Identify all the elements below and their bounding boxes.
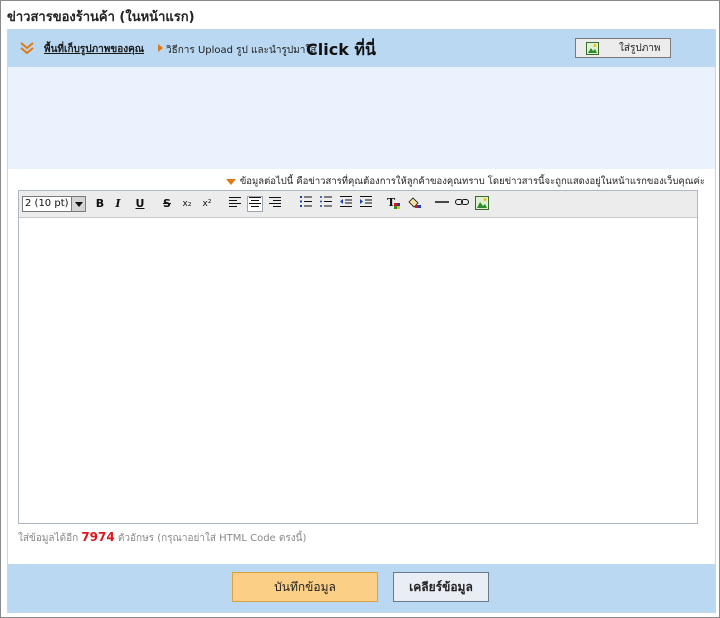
align-left-button[interactable] [227,196,243,212]
indent-button[interactable] [358,196,374,212]
clear-button[interactable]: เคลียร์ข้อมูล [393,572,489,602]
horizontal-rule-button[interactable] [434,196,450,212]
image-storage-link[interactable]: พื้นที่เก็บรูปภาพของคุณ [44,42,144,57]
image-icon [475,196,489,210]
text-color-button[interactable]: T [386,196,402,212]
insert-image-button[interactable]: ใส่รูปภาพ [575,38,671,58]
horizontal-rule-icon [435,201,449,203]
align-left-icon [229,197,241,207]
image-icon [586,41,599,55]
indent-icon [360,196,372,207]
font-size-select[interactable]: 2 (10 pt) [22,196,86,212]
link-icon [455,199,469,205]
align-right-button[interactable] [267,196,283,212]
outdent-icon [340,196,352,207]
arrow-right-icon [158,44,163,52]
editor-text-area[interactable] [19,218,697,523]
ordered-list-button[interactable] [298,196,314,212]
unordered-list-button[interactable] [318,196,334,212]
save-button[interactable]: บันทึกข้อมูล [232,572,378,602]
align-center-icon [249,197,261,207]
insert-link-button[interactable] [454,196,470,212]
image-preview-area [8,67,715,169]
insert-image-label: ใส่รูปภาพ [619,42,661,54]
align-center-button[interactable] [247,196,263,212]
char-counter: ใส่ข้อมูลได้อีก 7974 ตัวอักษร (กรุณาอย่า… [18,530,306,546]
triangle-down-icon [225,178,236,185]
info-note: ข้อมูลต่อไปนี้ คือข่าวสารที่คุณต้องการให… [225,174,705,189]
char-counter-suffix: ตัวอักษร (กรุณาอย่าใส่ HTML Code ตรงนี้) [117,533,307,544]
align-right-icon [269,197,281,207]
info-note-text: ข้อมูลต่อไปนี้ คือข่าวสารที่คุณต้องการให… [239,176,705,187]
upload-howto-text: วิธีการ Upload รูป และนำรูปมาใส่ [166,45,317,56]
upload-bar: พื้นที่เก็บรูปภาพของคุณ วิธีการ Upload ร… [8,30,715,67]
subscript-button[interactable]: x₂ [179,196,195,212]
dropdown-arrow-icon[interactable] [71,197,85,211]
double-chevron-down-icon[interactable] [20,42,34,54]
ordered-list-icon [300,196,312,207]
insert-image-tool-button[interactable] [474,196,490,212]
window-frame: ข่าวสารของร้านค้า (ในหน้าแรก) พื้นที่เก็… [0,0,720,618]
bullet-list-icon [320,196,332,207]
underline-button[interactable]: U [132,196,148,212]
action-footer: บันทึกข้อมูล เคลียร์ข้อมูล [8,564,715,612]
char-counter-prefix: ใส่ข้อมูลได้อีก [18,533,79,544]
superscript-button[interactable]: x² [199,196,215,212]
font-size-value: 2 (10 pt) [25,198,69,209]
text-color-icon: T [387,196,400,209]
char-counter-value: 7974 [81,530,115,544]
content-panel: พื้นที่เก็บรูปภาพของคุณ วิธีการ Upload ร… [7,29,716,613]
click-here-link[interactable]: Click ที่นี่ [306,38,376,63]
rich-text-editor: 2 (10 pt) B I U S x₂ x² T [18,190,698,524]
italic-button[interactable]: I [110,196,126,212]
page-title: ข่าวสารของร้านค้า (ในหน้าแรก) [7,10,195,25]
background-color-button[interactable] [406,196,422,212]
editor-toolbar: 2 (10 pt) B I U S x₂ x² T [19,191,697,218]
outdent-button[interactable] [338,196,354,212]
bold-button[interactable]: B [92,196,108,212]
strikethrough-button[interactable]: S [159,196,175,212]
paint-bucket-icon [408,197,421,208]
